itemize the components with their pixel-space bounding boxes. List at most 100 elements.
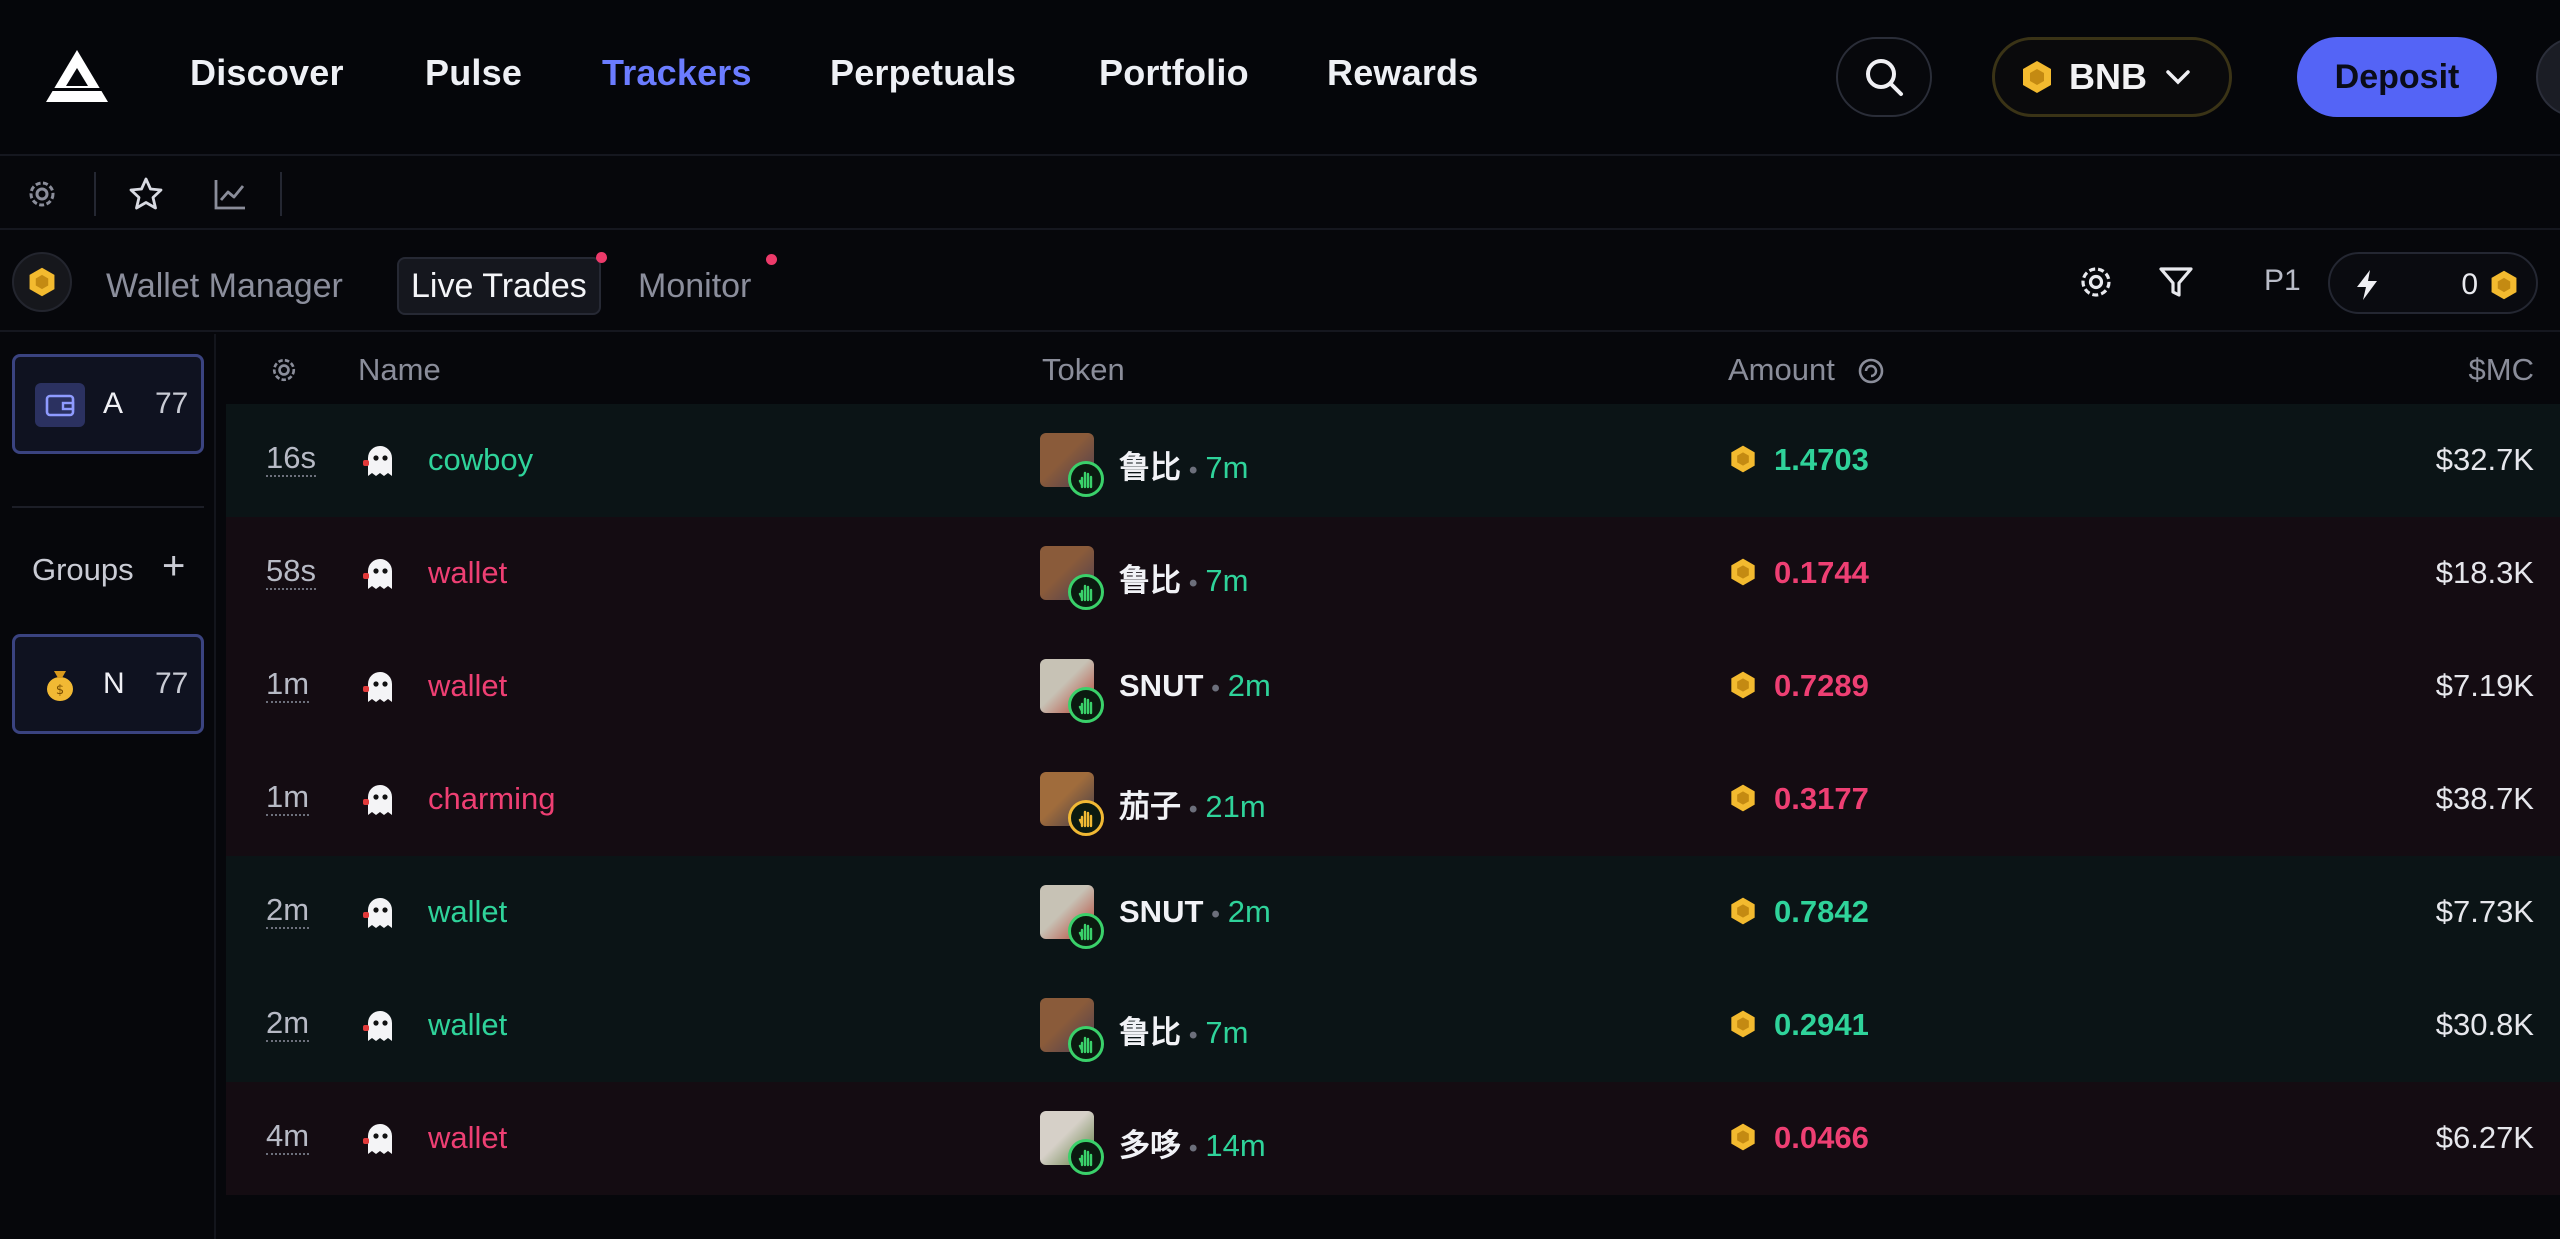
hand-icon <box>1068 1139 1104 1175</box>
token-name: SNUT <box>1119 894 1204 929</box>
nav-rewards[interactable]: Rewards <box>1327 52 1478 94</box>
wallet-name[interactable]: wallet <box>428 555 507 591</box>
tab-wallet-manager[interactable]: Wallet Manager <box>94 257 355 315</box>
token-age: 2m <box>1227 668 1271 703</box>
token-label[interactable]: 鲁比 • 7m <box>1119 1007 1248 1052</box>
table-row[interactable]: 2m wallet SNUT • 2m 0.7842 $7.73K <box>226 856 2560 969</box>
hand-icon <box>1068 800 1104 836</box>
chain-label: BNB <box>2069 56 2147 97</box>
plus-icon[interactable]: + <box>162 544 185 589</box>
token-image[interactable] <box>1040 998 1104 1062</box>
tab-live-trades[interactable]: Live Trades <box>397 257 601 315</box>
token-label[interactable]: SNUT • 2m <box>1119 894 1271 930</box>
token-label[interactable]: 鲁比 • 7m <box>1119 442 1248 487</box>
market-cap: $38.7K <box>2435 781 2534 816</box>
tab-monitor[interactable]: Monitor <box>626 257 763 315</box>
bnb-icon <box>2491 270 2517 300</box>
token-age: 7m <box>1205 1015 1249 1050</box>
quick-buy-amount: 0 <box>2461 268 2478 301</box>
refresh-icon[interactable] <box>1856 356 1886 386</box>
nav-discover[interactable]: Discover <box>190 52 344 94</box>
table-row[interactable]: 16s cowboy 鲁比 • 7m 1.4703 $32.7K <box>226 404 2560 517</box>
quick-buy-input[interactable]: 0 <box>2328 252 2538 314</box>
groups-label: Groups <box>32 552 134 587</box>
dot-separator: • <box>1189 457 1198 484</box>
bnb-icon <box>1731 671 1755 699</box>
wallet-name[interactable]: wallet <box>428 1120 507 1156</box>
bnb-icon <box>1731 1010 1755 1038</box>
token-age: 14m <box>1205 1128 1266 1163</box>
column-header-amount: Amount <box>1728 352 1835 387</box>
toolbar-divider <box>94 172 96 216</box>
column-header-name: Name <box>358 352 441 387</box>
sidebar-divider <box>12 506 204 508</box>
wallet-name[interactable]: cowboy <box>428 442 533 478</box>
trade-age: 2m <box>266 892 310 929</box>
bnb-icon <box>1731 784 1755 812</box>
secondary-toolbar <box>0 158 2560 230</box>
notification-dot <box>596 252 607 263</box>
dot-separator: • <box>1189 1135 1198 1162</box>
table-header: Name Token Amount $MC <box>226 334 2560 404</box>
logo-icon[interactable] <box>44 48 110 104</box>
trade-amount: 0.1744 <box>1774 555 1869 590</box>
star-icon[interactable] <box>128 176 164 212</box>
token-image[interactable] <box>1040 433 1104 497</box>
ghost-avatar-icon <box>363 898 392 928</box>
dot-separator: • <box>1189 570 1198 597</box>
wallet-name[interactable]: wallet <box>428 894 507 930</box>
table-row[interactable]: 1m wallet SNUT • 2m 0.7289 $7.19K <box>226 630 2560 743</box>
wallet-initial: N <box>103 667 125 700</box>
wallet-count: 77 <box>155 387 189 420</box>
token-label[interactable]: SNUT • 2m <box>1119 668 1271 704</box>
wallet-sidebar: A 77 Groups + $ N 77 <box>0 334 216 1239</box>
wallet-name[interactable]: wallet <box>428 668 507 704</box>
wallet-name[interactable]: charming <box>428 781 556 817</box>
token-image[interactable] <box>1040 885 1104 949</box>
wallet-group-card[interactable]: $ N 77 <box>12 634 204 734</box>
wallet-name[interactable]: wallet <box>428 1007 507 1043</box>
search-button[interactable] <box>1836 37 1932 117</box>
nav-trackers[interactable]: Trackers <box>602 52 752 94</box>
nav-perpetuals[interactable]: Perpetuals <box>830 52 1016 94</box>
deposit-button[interactable]: Deposit <box>2297 37 2497 117</box>
gear-icon[interactable] <box>24 176 60 212</box>
token-image[interactable] <box>1040 1111 1104 1175</box>
token-image[interactable] <box>1040 659 1104 723</box>
token-label[interactable]: 多哆 • 14m <box>1119 1120 1266 1165</box>
wallet-group-card[interactable]: A 77 <box>12 354 204 454</box>
wallet-initial: A <box>103 387 124 420</box>
money-bag-icon: $ <box>35 663 85 707</box>
bnb-icon <box>2023 61 2051 93</box>
table-row[interactable]: 1m charming 茄子 • 21m 0.3177 $38.7K <box>226 743 2560 856</box>
chain-selector[interactable]: BNB <box>1992 37 2232 117</box>
token-name: 多哆 <box>1119 1128 1181 1163</box>
trade-age: 58s <box>266 553 316 590</box>
chart-icon[interactable] <box>212 176 248 212</box>
token-label[interactable]: 茄子 • 21m <box>1119 781 1266 826</box>
token-label[interactable]: 鲁比 • 7m <box>1119 555 1248 600</box>
table-row[interactable]: 2m wallet 鲁比 • 7m 0.2941 $30.8K <box>226 969 2560 1082</box>
table-row[interactable]: 58s wallet 鲁比 • 7m 0.1744 $18.3K <box>226 517 2560 630</box>
token-image[interactable] <box>1040 772 1104 836</box>
table-row[interactable]: 4m wallet 多哆 • 14m 0.0466 $6.27K <box>226 1082 2560 1195</box>
gear-icon[interactable] <box>268 354 300 386</box>
wallet-icon <box>35 383 85 427</box>
bnb-icon <box>1731 1123 1755 1151</box>
token-name: 鲁比 <box>1119 1015 1181 1050</box>
filter-icon[interactable] <box>2156 262 2196 302</box>
nav-pulse[interactable]: Pulse <box>425 52 522 94</box>
token-age: 2m <box>1227 894 1271 929</box>
token-image[interactable] <box>1040 546 1104 610</box>
token-age: 7m <box>1205 450 1249 485</box>
profile-button[interactable] <box>2536 37 2560 117</box>
gear-icon[interactable] <box>2076 262 2116 302</box>
chevron-down-icon <box>2166 70 2190 85</box>
chain-filter-button[interactable] <box>12 252 72 312</box>
ghost-avatar-icon <box>363 672 392 702</box>
hand-icon <box>1068 687 1104 723</box>
ghost-avatar-icon <box>363 446 392 476</box>
hand-icon <box>1068 574 1104 610</box>
preset-selector[interactable]: P1 <box>2264 264 2301 298</box>
nav-portfolio[interactable]: Portfolio <box>1099 52 1249 94</box>
